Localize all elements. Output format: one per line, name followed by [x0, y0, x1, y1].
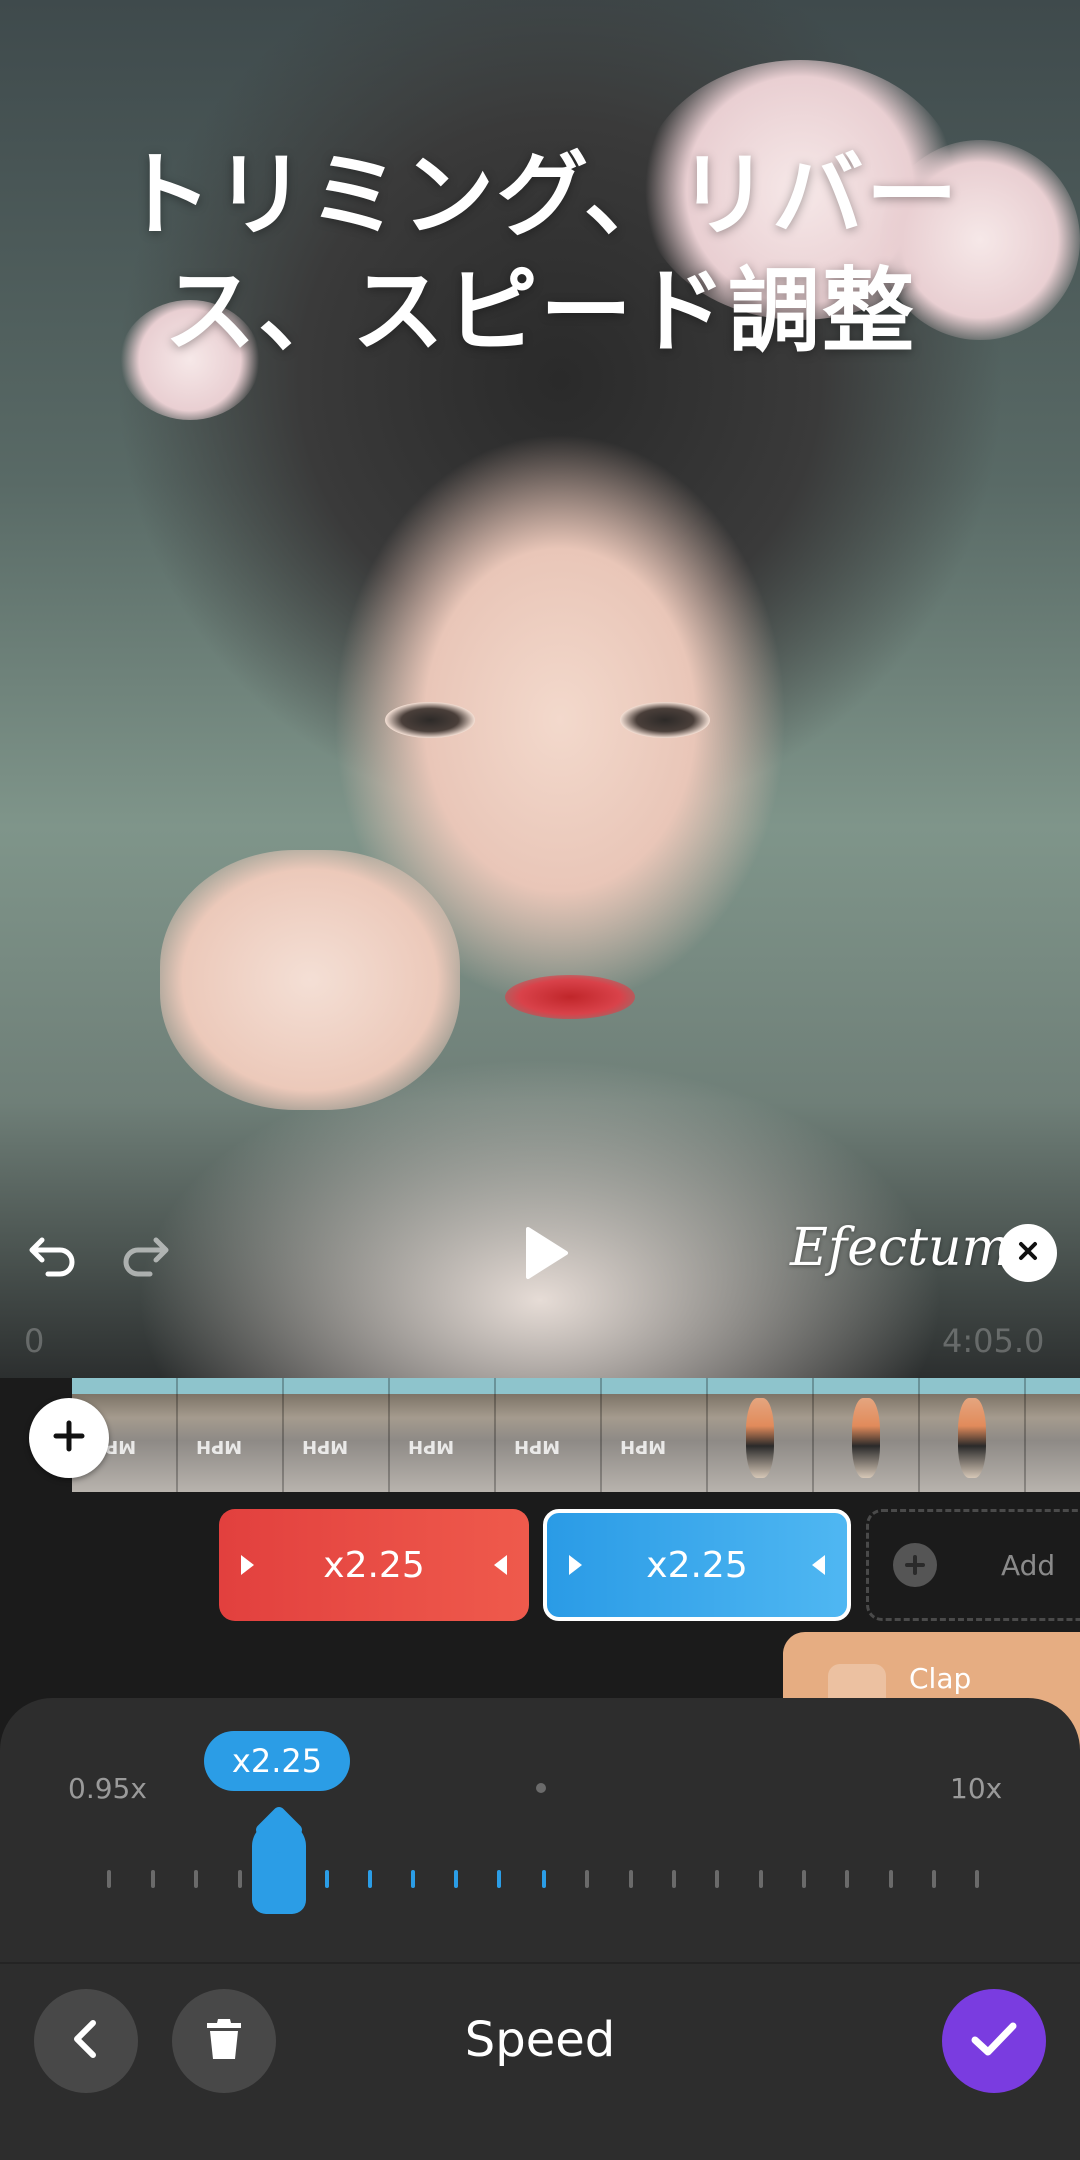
segment-speed-label: x2.25	[323, 1544, 425, 1586]
slider-tick	[715, 1870, 719, 1888]
road-marking: MPH	[302, 1436, 349, 1457]
efectum-watermark: Efectum	[790, 1218, 1011, 1278]
slider-tick	[672, 1870, 676, 1888]
add-media-button[interactable]	[29, 1398, 109, 1478]
face-lips	[505, 975, 635, 1019]
slider-tick	[151, 1870, 155, 1888]
headline-line-1: トリミング、リバー	[120, 142, 960, 249]
slider-tick	[107, 1870, 111, 1888]
speed-segment-1[interactable]: x2.25	[219, 1509, 529, 1621]
slider-tick	[194, 1870, 198, 1888]
face-eye-right	[620, 702, 710, 738]
slider-tick	[802, 1870, 806, 1888]
center-dot	[536, 1783, 546, 1793]
hand-with-flower	[160, 850, 460, 1110]
time-start: 0	[24, 1322, 45, 1360]
slider-tick	[454, 1870, 458, 1888]
filmstrip-frame: MPH	[178, 1378, 284, 1492]
slider-tick	[238, 1870, 242, 1888]
speed-max-label: 10x	[950, 1772, 1003, 1805]
time-end: 4:05.0	[942, 1322, 1045, 1360]
promo-headline: トリミング、リバー ス、スピード調整	[80, 138, 1000, 370]
panel-divider	[0, 1962, 1080, 1964]
undo-icon[interactable]	[26, 1230, 80, 1282]
filmstrip-frame	[1026, 1378, 1080, 1492]
filmstrip-frame: MPH	[496, 1378, 602, 1492]
timeline-filmstrip[interactable]: MPH MPH MPH MPH MPH MPH	[72, 1378, 1080, 1492]
redo-icon[interactable]	[118, 1230, 172, 1282]
filmstrip-frame: MPH	[602, 1378, 708, 1492]
filmstrip-frame	[920, 1378, 1026, 1492]
confirm-button[interactable]	[942, 1989, 1046, 2093]
plus-icon	[893, 1543, 937, 1587]
trim-handle-left-icon[interactable]	[569, 1555, 582, 1575]
headline-line-2: ス、スピード調整	[163, 258, 916, 365]
speed-slider-handle[interactable]	[252, 1822, 306, 1914]
slider-tick	[845, 1870, 849, 1888]
current-speed-bubble: x2.25	[204, 1731, 350, 1791]
road-marking: MPH	[196, 1436, 243, 1457]
speed-min-label: 0.95x	[68, 1772, 147, 1805]
slider-tick	[629, 1870, 633, 1888]
road-marking: MPH	[620, 1436, 667, 1457]
road-marking: MPH	[408, 1436, 455, 1457]
road-marking: MPH	[514, 1436, 561, 1457]
plus-icon	[51, 1418, 87, 1458]
slider-tick	[585, 1870, 589, 1888]
filmstrip-frame	[708, 1378, 814, 1492]
face-eye-left	[385, 702, 475, 738]
segment-speed-label: x2.25	[646, 1544, 748, 1586]
filmstrip-frame: MPH	[284, 1378, 390, 1492]
filmstrip-frame: MPH	[390, 1378, 496, 1492]
slider-tick	[759, 1870, 763, 1888]
clap-label: Clap	[909, 1662, 972, 1695]
panel-title: Speed	[464, 2012, 616, 2068]
add-segment-label: Add	[1001, 1548, 1056, 1582]
slider-tick	[542, 1870, 546, 1888]
slider-tick	[411, 1870, 415, 1888]
slider-tick	[932, 1870, 936, 1888]
speed-slider-track[interactable]	[0, 1870, 1080, 1890]
slider-tick	[368, 1870, 372, 1888]
trim-handle-left-icon[interactable]	[241, 1555, 254, 1575]
trim-handle-right-icon[interactable]	[494, 1555, 507, 1575]
slider-tick	[325, 1870, 329, 1888]
trim-handle-right-icon[interactable]	[812, 1555, 825, 1575]
close-icon	[1016, 1239, 1040, 1267]
remove-watermark-button[interactable]	[999, 1224, 1057, 1282]
add-segment-button[interactable]: Add	[866, 1509, 1080, 1621]
slider-tick	[975, 1870, 979, 1888]
speed-panel	[0, 1698, 1080, 2160]
video-preview[interactable]: トリミング、リバー ス、スピード調整 Efectum 0 4:05.0	[0, 0, 1080, 1378]
check-icon	[970, 2019, 1018, 2063]
filmstrip-frame	[814, 1378, 920, 1492]
speed-segment-2-selected[interactable]: x2.25	[543, 1509, 851, 1621]
play-icon[interactable]	[520, 1225, 570, 1285]
slider-tick	[889, 1870, 893, 1888]
slider-tick	[497, 1870, 501, 1888]
